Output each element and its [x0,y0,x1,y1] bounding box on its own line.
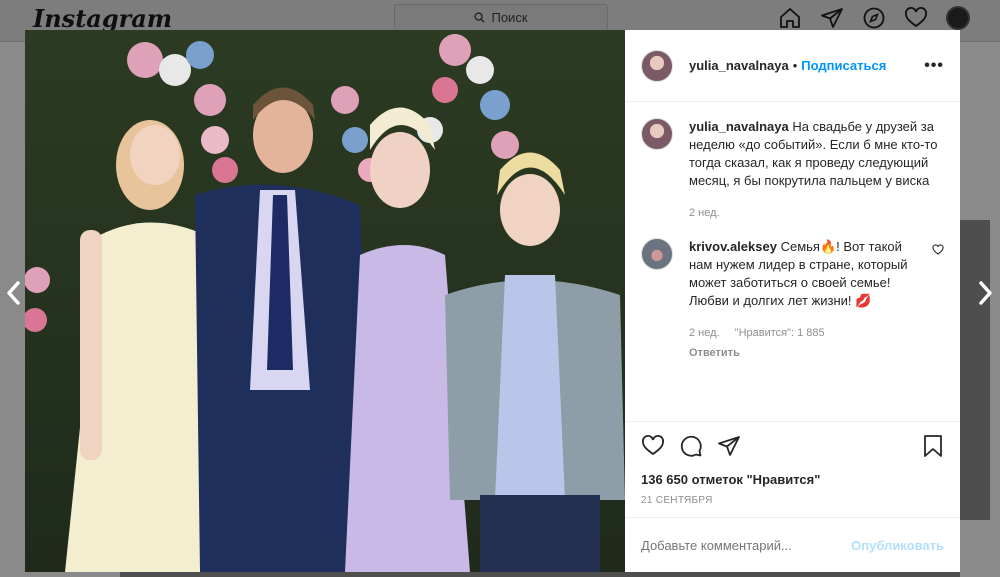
comment-like-icon[interactable] [932,244,944,256]
like-icon[interactable] [641,434,665,458]
search-box[interactable]: Поиск [394,4,608,31]
share-icon[interactable] [717,434,741,458]
follow-button[interactable]: Подписаться [801,58,886,73]
publish-button[interactable]: Опубликовать [851,538,944,553]
family-photo-illustration [25,30,625,572]
home-icon[interactable] [778,6,802,30]
comment-icon[interactable] [679,434,703,458]
commenter-avatar[interactable] [641,238,673,270]
explore-icon[interactable] [862,6,886,30]
comment-username[interactable]: krivov.aleksey [689,239,777,254]
comment-time[interactable]: 2 нед. [689,327,720,339]
likes-count[interactable]: 136 650 отметок "Нравится" [641,472,944,487]
more-icon[interactable]: ••• [924,57,944,75]
chevron-right-icon[interactable] [978,280,994,312]
post-photo[interactable] [25,30,625,572]
post-sidebar: yulia_navalnaya • Подписаться ••• yulia_… [625,30,960,572]
search-icon [474,12,486,23]
post-actions: 136 650 отметок "Нравится" 21 СЕНТЯБРЯ [625,421,960,506]
bookmark-icon[interactable] [922,434,944,458]
comments-section: yulia_navalnaya На свадьбе у друзей за н… [625,102,960,418]
post-header: yulia_navalnaya • Подписаться ••• [625,30,960,102]
search-placeholder: Поиск [491,10,528,25]
post-modal: yulia_navalnaya • Подписаться ••• yulia_… [25,30,960,572]
list-item: krivov.aleksey Семья🔥! Вот такой нам нуж… [641,238,944,362]
profile-avatar[interactable] [946,6,970,30]
background-thumbnail [120,572,960,577]
separator-dot: • [792,58,798,73]
chevron-left-icon[interactable] [5,280,21,312]
instagram-logo[interactable]: Instagram [33,4,172,33]
direct-icon[interactable] [820,6,844,30]
add-comment-bar: Опубликовать [625,517,960,572]
comment-likes[interactable]: "Нравится": 1 885 [735,327,825,339]
caption-time[interactable]: 2 нед. [689,207,720,219]
author-avatar[interactable] [641,118,673,150]
author-avatar[interactable] [641,49,673,82]
comment-input[interactable] [641,537,852,553]
post-date[interactable]: 21 СЕНТЯБРЯ [641,495,944,506]
caption: yulia_navalnaya На свадьбе у друзей за н… [641,118,944,222]
author-username[interactable]: yulia_navalnaya [689,58,789,73]
background-thumbnail [960,220,990,520]
caption-username[interactable]: yulia_navalnaya [689,119,789,134]
heart-icon[interactable] [904,6,928,30]
reply-button[interactable]: Ответить [689,344,924,362]
